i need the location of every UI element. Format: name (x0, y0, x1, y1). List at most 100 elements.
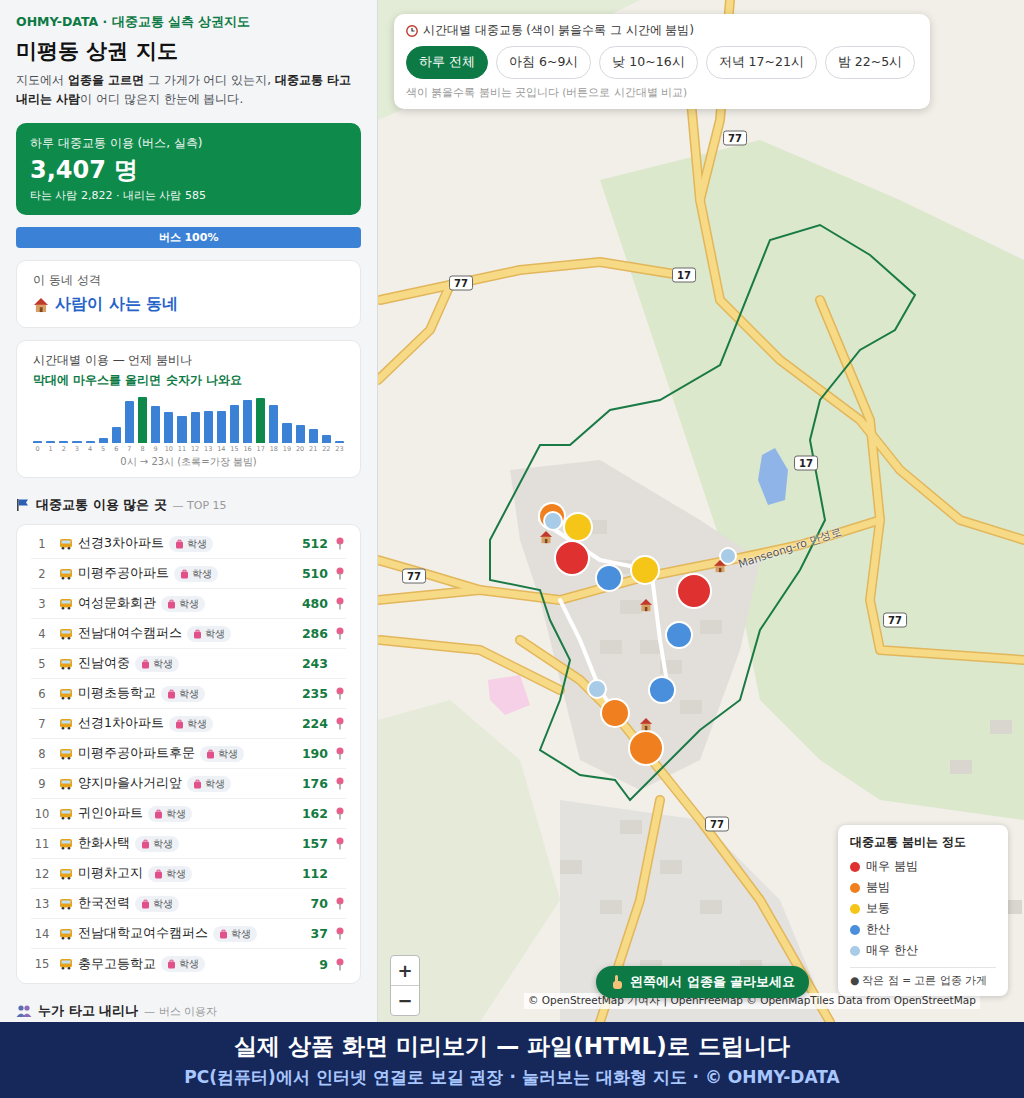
hour-bar[interactable] (256, 398, 265, 443)
pin-icon (335, 777, 345, 790)
preview-banner: 실제 상품 화면 미리보기 — 파일(HTML)로 드립니다PC(컴퓨터)에서 … (0, 1022, 1024, 1098)
stop-bubble[interactable] (601, 699, 629, 727)
bus-icon (59, 808, 73, 820)
hour-bar[interactable] (191, 412, 200, 443)
stop-bubble[interactable] (677, 574, 711, 608)
top-list-row[interactable]: 6미평초등학교학생235 (31, 679, 346, 709)
bag-icon (180, 569, 189, 579)
hour-bar-fill (151, 406, 160, 443)
stop-bubble[interactable] (544, 512, 562, 530)
hour-bar-fill (46, 441, 55, 443)
stop-bubble[interactable] (631, 556, 659, 584)
top-list: 1선경3차아파트학생5122미평주공아파트학생5103여성문화회관학생4804전… (16, 524, 361, 984)
stop-bubble[interactable] (629, 731, 663, 765)
bag-icon (154, 869, 163, 879)
bag-icon (219, 929, 228, 939)
hour-bar[interactable] (296, 425, 305, 443)
top-list-row[interactable]: 2미평주공아파트학생510 (31, 559, 346, 589)
top-list-row[interactable]: 8미평주공아파트후문학생190 (31, 739, 346, 769)
description-segment: 업종을 고르면 (68, 73, 144, 87)
bag-icon (167, 959, 176, 969)
hour-bar[interactable] (243, 400, 252, 444)
hour-bar-fill (99, 438, 108, 444)
top-list-row[interactable]: 10귀인아파트학생162 (31, 799, 346, 829)
rank: 6 (31, 687, 53, 701)
road-shield: 77 (449, 276, 473, 291)
time-button[interactable]: 아침 6~9시 (496, 46, 591, 79)
stop-count: 480 (302, 596, 328, 611)
top-list-row[interactable]: 15충무고등학교학생9 (31, 949, 346, 979)
bag-icon (175, 719, 184, 729)
top-list-row[interactable]: 4전남대여수캠퍼스학생286 (31, 619, 346, 649)
top-list-row[interactable]: 3여성문화회관학생480 (31, 589, 346, 619)
hour-bar[interactable] (151, 406, 160, 443)
top-list-row[interactable]: 9양지마을사거리앞학생176 (31, 769, 346, 799)
top-list-row[interactable]: 13한국전력학생70 (31, 889, 346, 919)
top-list-row[interactable]: 11한화사택학생157 (31, 829, 346, 859)
hour-bar[interactable] (269, 405, 278, 443)
hour-bar[interactable] (177, 416, 186, 443)
stop-bubble[interactable] (539, 503, 565, 529)
bus-icon (59, 598, 73, 610)
hour-bar[interactable] (46, 441, 55, 443)
hour-bar[interactable] (138, 397, 147, 443)
time-button[interactable]: 저녁 17~21시 (706, 46, 817, 79)
stop-bubble[interactable] (588, 680, 606, 698)
time-button[interactable]: 밤 22~5시 (825, 46, 915, 79)
legend-label: 붐빔 (866, 880, 890, 895)
banner-subtitle: PC(컴퓨터)에서 인터넷 연결로 보길 권장 · 눌러보는 대화형 지도 · … (184, 1066, 839, 1089)
hour-bar-fill (59, 441, 68, 443)
stop-tag: 학생 (187, 776, 231, 792)
pin-icon (335, 927, 345, 940)
bus-icon (59, 838, 73, 850)
hour-bar-fill (322, 435, 331, 444)
top-list-row[interactable]: 12미평차고지학생112 (31, 859, 346, 889)
hour-bar[interactable] (322, 435, 331, 444)
prompt-pill[interactable]: 왼쪽에서 업종을 골라보세요 (596, 966, 809, 998)
toolbar-hint: 색이 붉을수록 붐비는 곳입니다 (버튼으로 시간대별 비교) (406, 86, 918, 100)
stop-name: 한국전력 (78, 895, 130, 912)
hour-bar[interactable] (335, 441, 344, 443)
stop-bubble[interactable] (555, 541, 589, 575)
map[interactable]: 77771777177777Manseong-ro 만성로시간대별 대중교통 (… (378, 0, 1024, 1022)
hour-label: 18 (269, 445, 278, 453)
rank: 3 (31, 597, 53, 611)
time-button[interactable]: 하루 전체 (406, 46, 488, 79)
hour-bar[interactable] (33, 441, 42, 443)
top-list-row[interactable]: 14전남대학교여수캠퍼스학생37 (31, 919, 346, 949)
hour-bar[interactable] (217, 411, 226, 444)
hour-bar-fill (243, 400, 252, 444)
stop-bubble[interactable] (720, 548, 736, 564)
rank: 4 (31, 627, 53, 641)
stop-bubble[interactable] (649, 677, 675, 703)
hour-bar[interactable] (99, 438, 108, 444)
hour-bar[interactable] (230, 405, 239, 444)
hour-bar[interactable] (112, 427, 121, 444)
zoom-out-button[interactable]: − (391, 986, 419, 1015)
time-button[interactable]: 낮 10~16시 (599, 46, 697, 79)
hour-bar[interactable] (164, 412, 173, 443)
clock-icon (406, 25, 418, 37)
hour-label: 1 (46, 445, 55, 453)
hour-bar[interactable] (204, 411, 213, 444)
hour-bar[interactable] (125, 401, 134, 444)
stop-bubble[interactable] (564, 513, 592, 541)
hour-label: 21 (309, 445, 318, 453)
top-list-row[interactable]: 5진남여중학생243 (31, 649, 346, 679)
zoom-in-button[interactable]: + (391, 956, 419, 986)
stop-bubble[interactable] (666, 622, 692, 648)
hour-bar-fill (164, 412, 173, 443)
top-list-row[interactable]: 7선경1차아파트학생224 (31, 709, 346, 739)
hour-bar[interactable] (72, 441, 81, 443)
top-list-row[interactable]: 1선경3차아파트학생512 (31, 529, 346, 559)
hour-bar[interactable] (282, 423, 291, 444)
hour-bar[interactable] (309, 429, 318, 443)
hour-bar[interactable] (86, 441, 95, 443)
house-icon (639, 717, 653, 731)
pin-slot (334, 927, 346, 940)
hour-bar[interactable] (59, 441, 68, 443)
stop-bubble[interactable] (596, 565, 622, 591)
pin-icon (335, 837, 345, 850)
character-card: 이 동네 성격사람이 사는 동네 (16, 260, 361, 328)
stop-name: 미평초등학교 (78, 685, 156, 702)
